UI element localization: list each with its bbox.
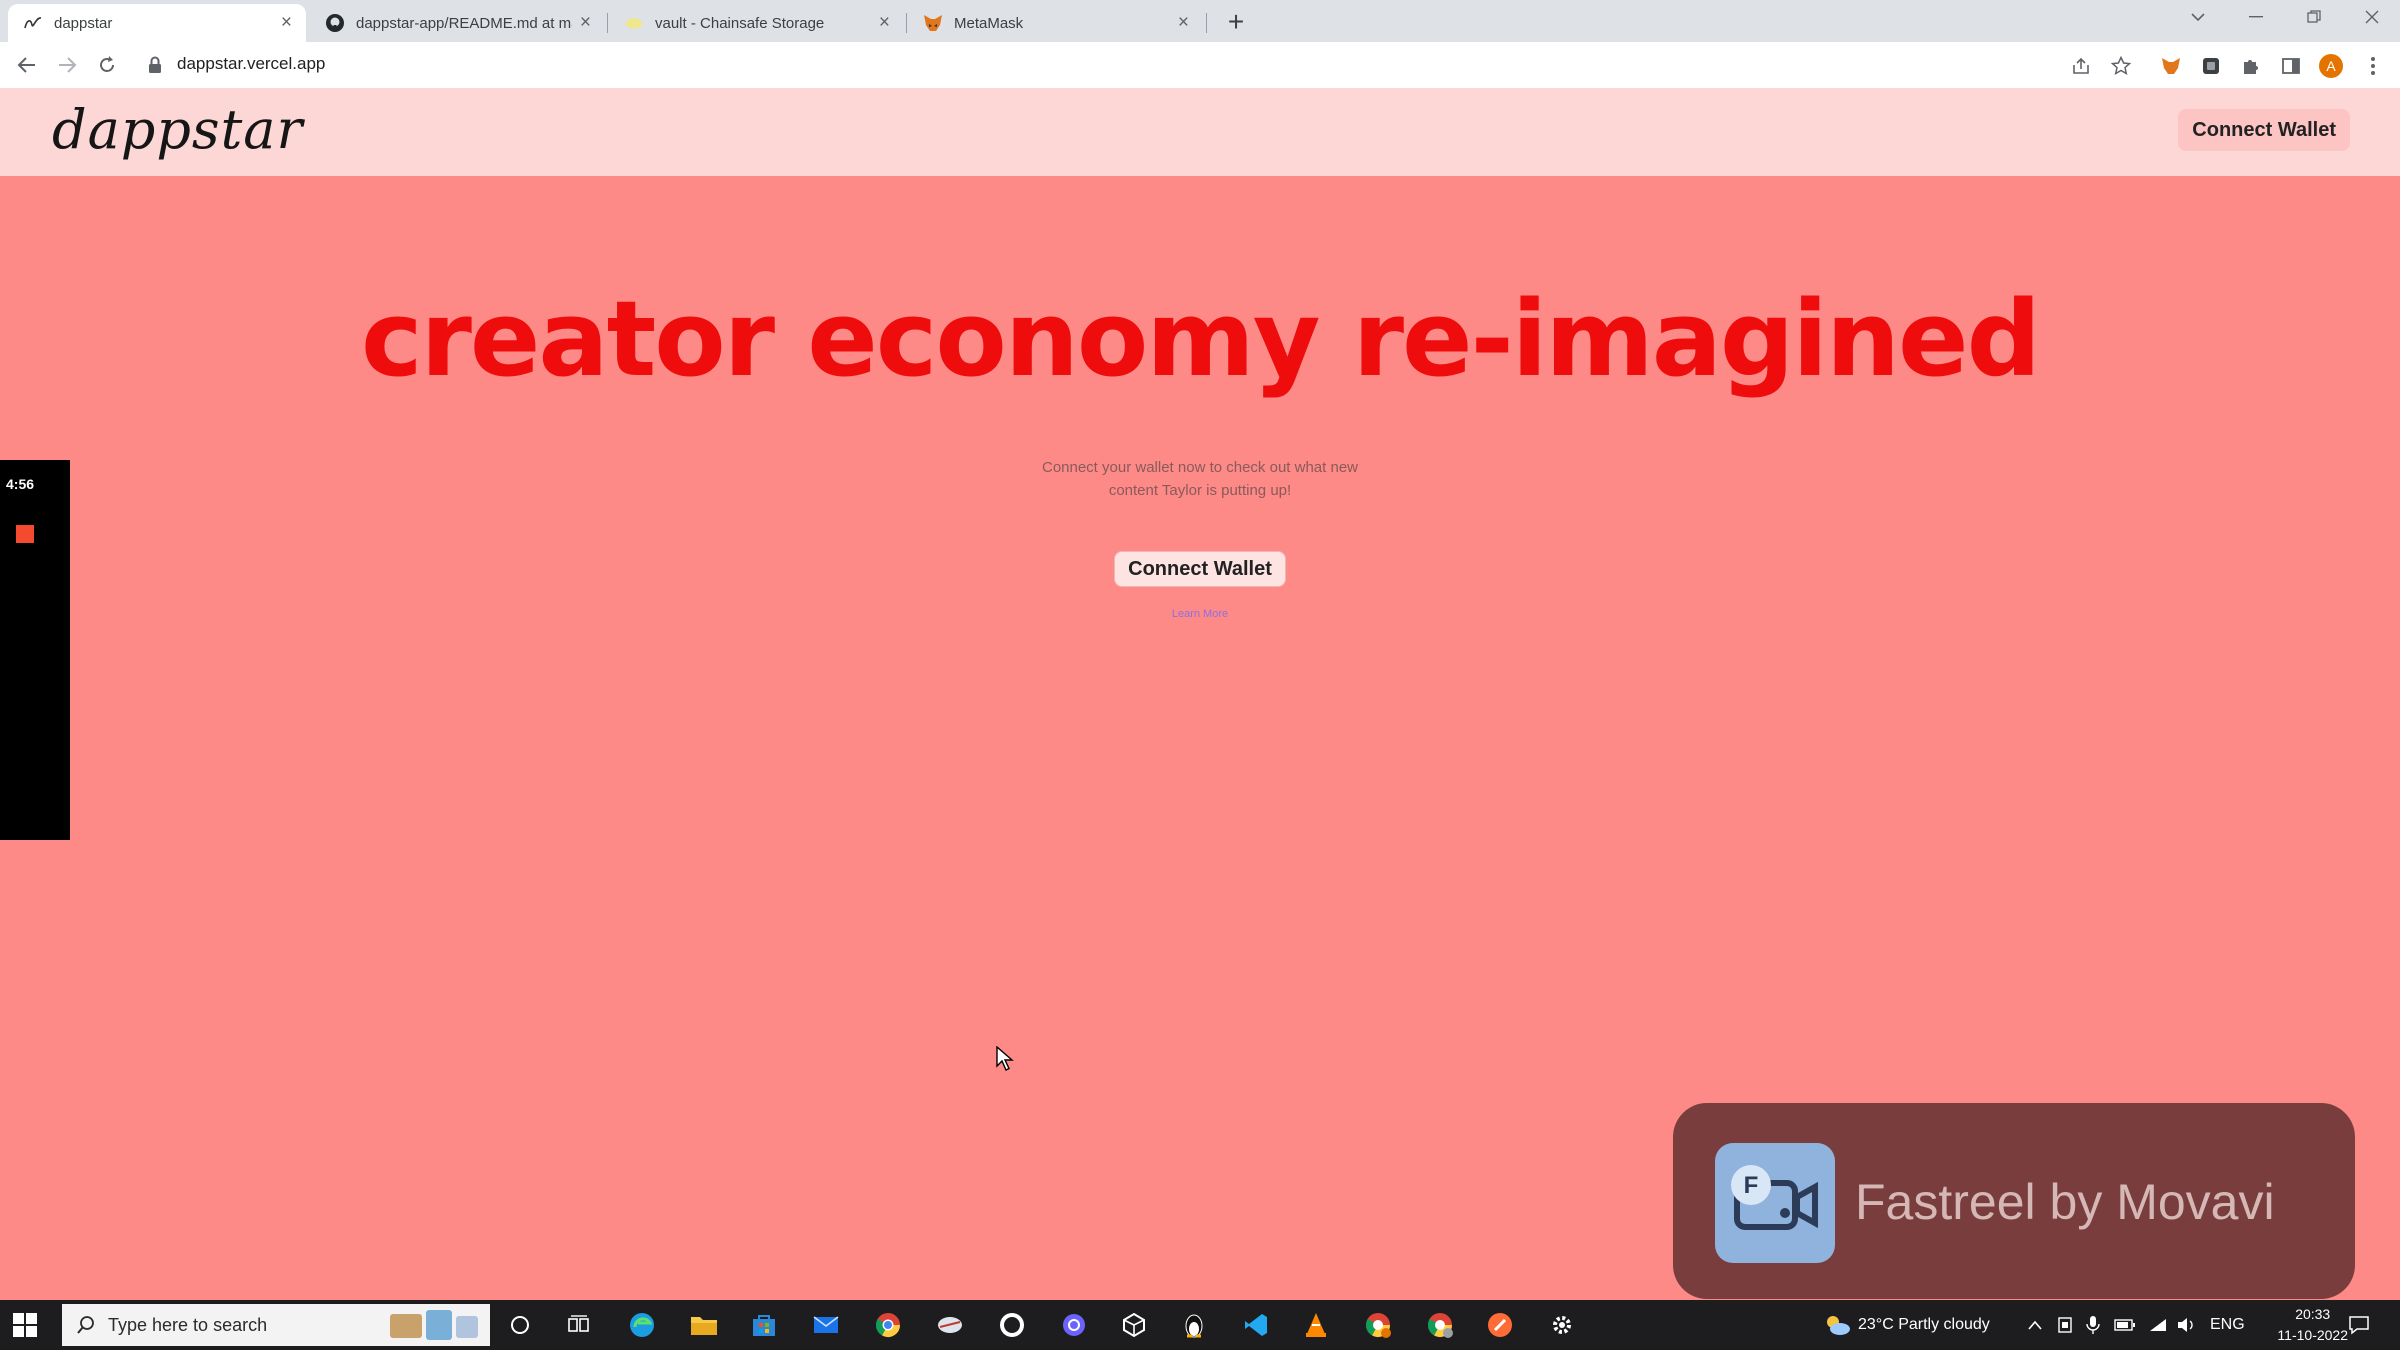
taskbar-search-box[interactable]: Type here to search bbox=[62, 1304, 490, 1346]
settings-gear-app-icon[interactable] bbox=[1058, 1309, 1090, 1341]
vscode-icon[interactable] bbox=[1240, 1309, 1272, 1341]
tab-metamask[interactable]: MetaMask × bbox=[908, 4, 1203, 42]
taskbar-clock[interactable]: 20:33 11-10-2022 bbox=[2277, 1304, 2348, 1346]
dappstar-logo[interactable]: dappstar bbox=[52, 98, 303, 161]
chainsafe-icon bbox=[623, 12, 645, 34]
mail-icon[interactable] bbox=[810, 1309, 842, 1341]
hero-subtitle: Connect your wallet now to check out wha… bbox=[1000, 456, 1400, 502]
hero-connect-wallet-button[interactable]: Connect Wallet bbox=[1114, 551, 1286, 587]
side-panel-icon[interactable] bbox=[2278, 53, 2304, 79]
extension-icon[interactable] bbox=[2198, 53, 2224, 79]
file-explorer-icon[interactable] bbox=[688, 1309, 720, 1341]
restore-icon[interactable] bbox=[2294, 0, 2334, 34]
chrome-icon[interactable] bbox=[872, 1309, 904, 1341]
edge-browser-icon[interactable] bbox=[626, 1309, 658, 1341]
clock-time: 20:33 bbox=[2295, 1306, 2331, 1322]
volume-icon[interactable] bbox=[2176, 1300, 2196, 1350]
chrome-profile-icon[interactable] bbox=[1362, 1309, 1394, 1341]
recording-timer: 4:56 bbox=[6, 476, 35, 492]
forward-icon[interactable] bbox=[52, 50, 82, 80]
learn-more-link[interactable]: Learn More bbox=[1100, 608, 1300, 620]
share-icon[interactable] bbox=[2068, 53, 2094, 79]
cortana-icon[interactable] bbox=[504, 1309, 536, 1341]
notification-center-icon[interactable] bbox=[2348, 1300, 2370, 1350]
close-tab-icon[interactable]: × bbox=[1178, 12, 1189, 34]
stop-recording-icon[interactable] bbox=[16, 525, 34, 543]
close-window-icon[interactable] bbox=[2352, 0, 2392, 34]
tray-device-icon[interactable] bbox=[2056, 1300, 2074, 1350]
metamask-extension-icon[interactable] bbox=[2158, 53, 2184, 79]
screen-recorder-panel: 4:56 bbox=[0, 460, 70, 840]
metamask-fox-icon bbox=[922, 12, 944, 34]
app-icon[interactable] bbox=[934, 1309, 966, 1341]
hero-subtitle-line: content Taylor is putting up! bbox=[1108, 482, 1292, 499]
close-tab-icon[interactable]: × bbox=[879, 12, 890, 34]
weather-text: 23°C Partly cloudy bbox=[1858, 1316, 1990, 1333]
dappstar-favicon-icon bbox=[22, 12, 44, 34]
wifi-icon[interactable] bbox=[2148, 1300, 2168, 1350]
tab-chainsafe-vault[interactable]: vault - Chainsafe Storage × bbox=[609, 4, 904, 42]
hero-subtitle-line: Connect your wallet now to check out wha… bbox=[1041, 459, 1358, 476]
tab-title: MetaMask bbox=[954, 14, 1024, 32]
fastreel-brand-text: Fastreel by Movavi bbox=[1855, 1174, 2275, 1230]
fastreel-camera-icon: F bbox=[1715, 1143, 1835, 1263]
chrome-profile-icon[interactable] bbox=[1424, 1309, 1456, 1341]
tab-dappstar[interactable]: dappstar × bbox=[8, 4, 306, 42]
close-tab-icon[interactable]: × bbox=[281, 12, 292, 34]
fastreel-watermark: F Fastreel by Movavi bbox=[1673, 1103, 2355, 1299]
new-tab-button[interactable]: + bbox=[1220, 6, 1252, 38]
partly-cloudy-icon bbox=[1827, 1316, 1850, 1335]
tab-title: dappstar bbox=[54, 14, 113, 32]
svg-text:A: A bbox=[2326, 58, 2336, 74]
tab-separator bbox=[1206, 13, 1207, 33]
unity-icon[interactable] bbox=[1118, 1309, 1150, 1341]
taskbar-search-placeholder: Type here to search bbox=[108, 1314, 268, 1335]
search-highlight-doodle-icon bbox=[390, 1310, 478, 1340]
tab-title: dappstar-app/README.md at ma bbox=[356, 14, 572, 32]
github-icon bbox=[324, 12, 346, 34]
back-icon[interactable] bbox=[12, 50, 42, 80]
microphone-icon[interactable] bbox=[2086, 1300, 2100, 1350]
search-icon bbox=[77, 1316, 94, 1334]
fastreel-icon-letter: F bbox=[1744, 1172, 1759, 1199]
close-tab-icon[interactable]: × bbox=[580, 12, 591, 34]
reload-icon[interactable] bbox=[92, 50, 122, 80]
hero-title: creator economy re-imagined bbox=[360, 278, 2041, 400]
linux-penguin-icon[interactable] bbox=[1178, 1309, 1210, 1341]
tab-github-readme[interactable]: dappstar-app/README.md at ma × bbox=[310, 4, 605, 42]
extensions-puzzle-icon[interactable] bbox=[2238, 53, 2264, 79]
weather-widget[interactable]: 23°C Partly cloudy bbox=[1822, 1300, 1990, 1350]
windows-start-icon[interactable] bbox=[12, 1312, 38, 1338]
tab-separator bbox=[906, 13, 907, 33]
task-view-icon[interactable] bbox=[563, 1309, 595, 1341]
browser-toolbar: dappstar.vercel.app A bbox=[0, 42, 2400, 89]
site-header: dappstar Connect Wallet bbox=[0, 88, 2400, 176]
header-connect-wallet-button[interactable]: Connect Wallet bbox=[2178, 109, 2350, 151]
browser-tab-bar: dappstar × dappstar-app/README.md at ma … bbox=[0, 0, 2400, 42]
battery-icon[interactable] bbox=[2114, 1300, 2136, 1350]
tab-title: vault - Chainsafe Storage bbox=[655, 14, 825, 32]
settings-icon[interactable] bbox=[1546, 1309, 1578, 1341]
postman-icon[interactable] bbox=[1484, 1309, 1516, 1341]
address-bar-url[interactable]: dappstar.vercel.app bbox=[177, 54, 325, 74]
lock-icon[interactable] bbox=[148, 56, 162, 79]
kebab-menu-icon[interactable] bbox=[2360, 53, 2386, 79]
tab-search-chevron-icon[interactable] bbox=[2178, 0, 2218, 34]
show-hidden-icons-chevron-icon[interactable] bbox=[2028, 1300, 2042, 1350]
minimize-icon[interactable] bbox=[2236, 0, 2276, 34]
clock-date: 11-10-2022 bbox=[2277, 1327, 2348, 1343]
microsoft-store-icon[interactable] bbox=[748, 1309, 780, 1341]
vlc-icon[interactable] bbox=[1300, 1309, 1332, 1341]
tab-separator bbox=[607, 13, 608, 33]
github-desktop-icon[interactable] bbox=[996, 1309, 1028, 1341]
profile-avatar[interactable]: A bbox=[2318, 53, 2344, 79]
windows-taskbar: Type here to search 23°C Partly cloudy E… bbox=[0, 1300, 2400, 1350]
language-indicator[interactable]: ENG bbox=[2210, 1300, 2245, 1350]
bookmark-star-icon[interactable] bbox=[2108, 53, 2134, 79]
mouse-cursor-icon bbox=[996, 1045, 1014, 1077]
